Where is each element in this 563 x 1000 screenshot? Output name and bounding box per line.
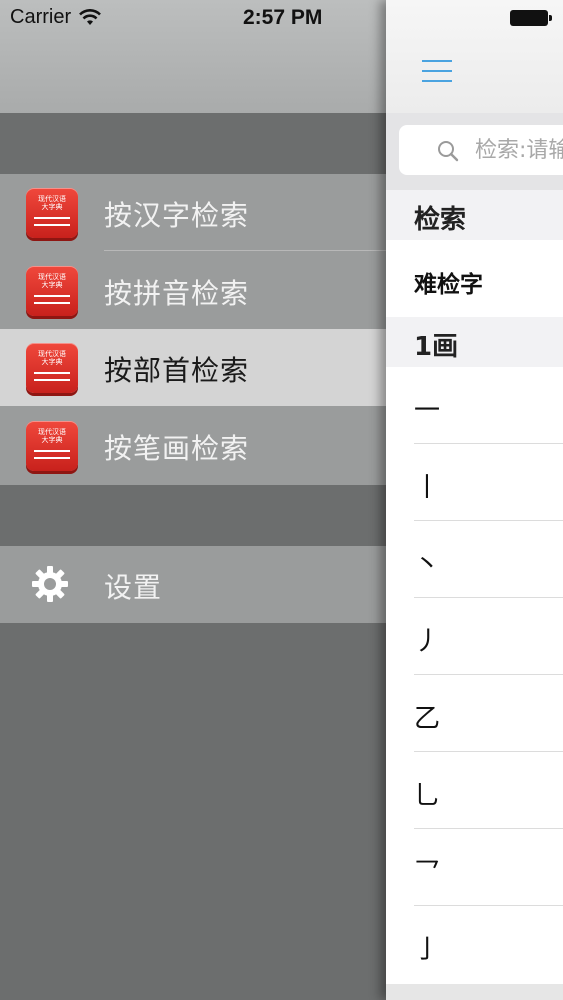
dictionary-book-icon: 现代汉语 大字典 — [26, 188, 78, 238]
hamburger-menu-icon[interactable] — [422, 58, 452, 84]
gear-icon — [32, 566, 68, 602]
menu-item-by-pinyin[interactable]: 现代汉语 大字典 按拼音检索 — [0, 252, 386, 329]
navigation-bar — [386, 0, 563, 113]
search-bar — [386, 113, 563, 190]
list-item-rare-char[interactable]: 难检字 — [386, 240, 563, 317]
list-item-radical[interactable]: 丶 — [386, 521, 563, 598]
dictionary-book-icon: 现代汉语 大字典 — [26, 421, 78, 471]
section-header-1-stroke: 1画 — [386, 317, 563, 367]
side-menu: Carrier 2:57 PM 现代汉语 大字典 按汉字检索 现代汉语 大字典 — [0, 0, 386, 1000]
list-item-radical[interactable]: 乛 — [386, 829, 563, 906]
search-methods-group: 现代汉语 大字典 按汉字检索 现代汉语 大字典 按拼音检索 现代汉语 大字典 按… — [0, 174, 386, 485]
list-item-radical[interactable]: 丨 — [386, 444, 563, 521]
list-item-radical[interactable]: 乚 — [386, 752, 563, 829]
carrier-label: Carrier — [10, 6, 72, 28]
settings-group: 设置 — [0, 546, 386, 623]
status-bar-left: Carrier 2:57 PM — [0, 0, 386, 113]
menu-item-label: 按拼音检索 — [104, 277, 250, 310]
search-icon — [438, 141, 459, 162]
menu-item-label: 按部首检索 — [104, 354, 250, 387]
status-time: 2:57 PM — [243, 6, 323, 29]
search-field[interactable] — [399, 125, 563, 175]
wifi-icon — [79, 8, 102, 25]
list-item-radical[interactable]: 亅 — [386, 906, 563, 983]
search-input[interactable] — [475, 135, 563, 165]
battery-icon — [510, 10, 552, 26]
content-panel: 检索 难检字 1画 一 丨 丶 丿 乙 乚 乛 亅 — [386, 0, 563, 1000]
list-item-radical[interactable]: 一 — [386, 367, 563, 444]
menu-item-by-stroke[interactable]: 现代汉语 大字典 按笔画检索 — [0, 407, 386, 484]
menu-item-by-hanzi[interactable]: 现代汉语 大字典 按汉字检索 — [0, 174, 386, 251]
menu-item-label: 按汉字检索 — [104, 199, 250, 232]
list-item-radical[interactable]: 乙 — [386, 675, 563, 752]
list-bottom-edge — [386, 984, 563, 1000]
menu-item-by-radical[interactable]: 现代汉语 大字典 按部首检索 — [0, 329, 386, 406]
list-item-radical[interactable]: 丿 — [386, 598, 563, 675]
menu-item-settings[interactable]: 设置 — [0, 546, 386, 623]
settings-label: 设置 — [104, 571, 163, 604]
section-header-search: 检索 — [386, 190, 563, 240]
dictionary-book-icon: 现代汉语 大字典 — [26, 266, 78, 316]
dictionary-book-icon: 现代汉语 大字典 — [26, 343, 78, 393]
menu-item-label: 按笔画检索 — [104, 432, 250, 465]
